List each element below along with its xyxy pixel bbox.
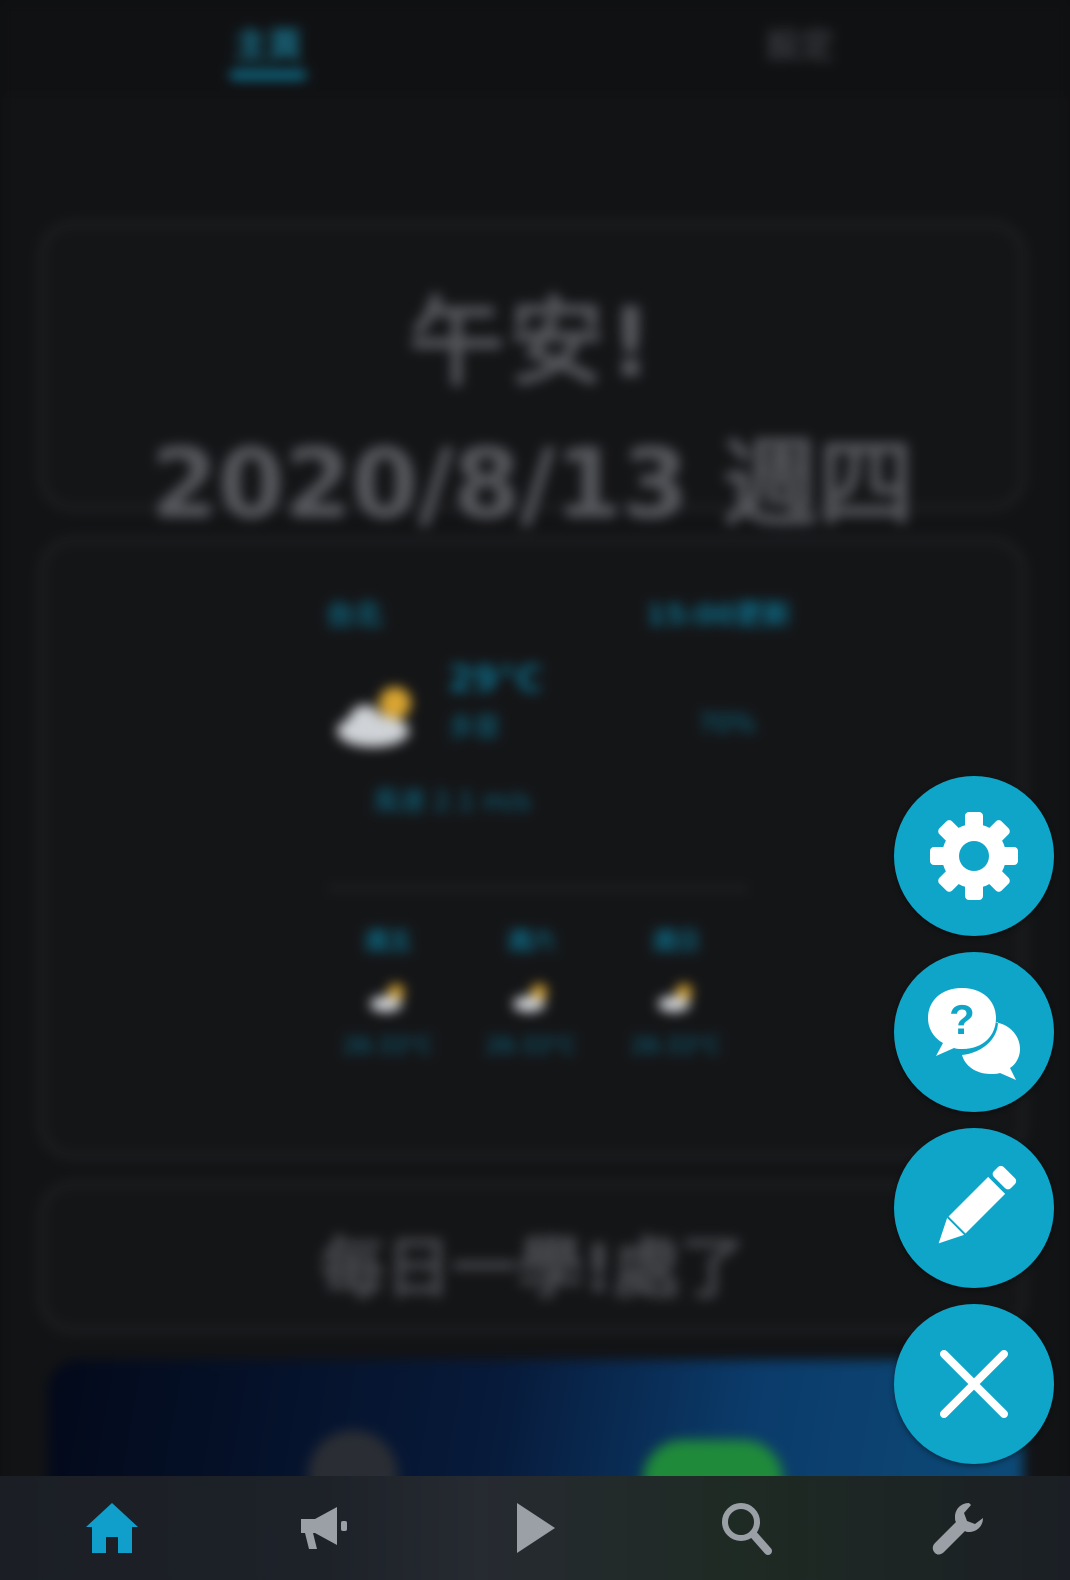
forecast-day: 週六 [507, 927, 555, 955]
top-tab-bar: 主頁 設定 [0, 0, 1070, 95]
nav-home[interactable] [52, 1476, 172, 1580]
weather-description: 多雲 [448, 713, 501, 743]
nav-announcements[interactable] [264, 1476, 384, 1580]
app-screen: 主頁 設定 午安! 2020/8/13 週四 15:10 台北 15:00更新 … [0, 0, 1070, 1580]
weather-divider [328, 887, 748, 890]
help-chat-button[interactable]: ? [894, 952, 1054, 1112]
weather-wind: 風速 2.1 m/s [373, 787, 531, 817]
edit-button[interactable] [894, 1128, 1054, 1288]
weather-humidity: 70% [698, 709, 756, 739]
nav-search[interactable] [686, 1476, 806, 1580]
weather-updated: 15:00更新 [646, 598, 792, 631]
svg-text:?: ? [949, 996, 975, 1043]
close-icon [940, 1350, 1008, 1418]
forecast-temp: 26-33°C [485, 1034, 577, 1059]
forecast-temp: 26-33°C [630, 1034, 722, 1059]
weather-card: 台北 15:00更新 29°C 多雲 70% 風速 2.1 m/s 週五 26-… [40, 538, 1025, 1158]
quote-card: 每日一學!處了 [40, 1182, 1025, 1332]
partly-cloudy-icon [370, 984, 404, 1012]
partly-cloudy-icon [513, 984, 547, 1012]
forecast-day: 週五 [364, 927, 412, 955]
bottom-nav-bar [0, 1476, 1070, 1580]
forecast-item: 週五 26-33°C [318, 921, 458, 1059]
settings-button[interactable] [894, 776, 1054, 936]
tab-settings[interactable]: 設定 [766, 18, 834, 67]
pencil-icon [938, 1165, 1017, 1244]
close-button[interactable] [894, 1304, 1054, 1464]
forecast-temp: 26-33°C [342, 1034, 434, 1059]
nav-play[interactable] [475, 1476, 595, 1580]
gear-icon [930, 812, 1018, 900]
megaphone-icon [301, 1507, 347, 1549]
tab-home[interactable]: 主頁 [230, 18, 306, 79]
quote-text: 每日一學!處了 [319, 1230, 746, 1307]
weather-city: 台北 [326, 598, 383, 631]
partly-cloudy-icon [658, 984, 692, 1012]
forecast-item: 週六 26-33°C [461, 921, 601, 1059]
partly-cloudy-icon [337, 687, 411, 747]
weather-temperature: 29°C [448, 659, 543, 700]
search-icon [722, 1503, 772, 1555]
forecast-day: 週日 [652, 927, 700, 955]
forecast-item: 週日 26-33°C [606, 921, 746, 1059]
nav-tools[interactable] [898, 1476, 1018, 1580]
home-icon [86, 1503, 138, 1553]
wrench-icon [932, 1503, 983, 1555]
greeting-card: 午安! 2020/8/13 週四 15:10 [40, 222, 1025, 657]
play-icon [517, 1503, 555, 1553]
greeting-title: 午安! [408, 287, 657, 399]
question-chat-icon: ? [928, 988, 1020, 1080]
